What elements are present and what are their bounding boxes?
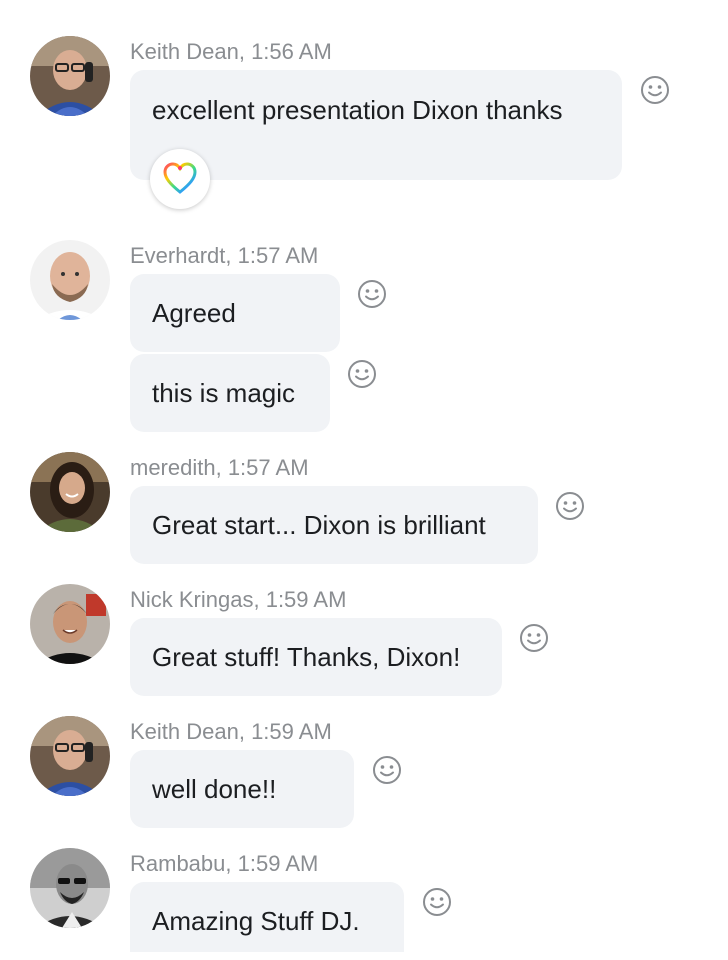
sender-name-time: Rambabu, 1:59 AM: [130, 851, 319, 876]
rainbow-heart-icon: [163, 162, 197, 194]
smiley-face-icon: [423, 888, 451, 916]
sender-name-time: Nick Kringas, 1:59 AM: [130, 587, 347, 612]
add-reaction-button[interactable]: [422, 887, 452, 917]
reaction-chip[interactable]: [150, 149, 210, 209]
smiley-face-icon: [556, 492, 584, 520]
sender-name-time: Keith Dean, 1:59 AM: [130, 719, 332, 744]
message-bubble[interactable]: Agreed: [130, 274, 340, 352]
avatar[interactable]: [30, 36, 110, 116]
message-bubble[interactable]: this is magic: [130, 354, 330, 432]
avatar[interactable]: [30, 240, 110, 320]
add-reaction-button[interactable]: [372, 755, 402, 785]
message-bubble[interactable]: well done!!: [130, 750, 354, 828]
add-reaction-button[interactable]: [347, 359, 377, 389]
message-bubble[interactable]: Great stuff! Thanks, Dixon!: [130, 618, 502, 696]
smiley-face-icon: [520, 624, 548, 652]
avatar[interactable]: [30, 452, 110, 532]
sender-name-time: meredith, 1:57 AM: [130, 455, 309, 480]
message-bubble[interactable]: Great start... Dixon is brilliant: [130, 486, 538, 564]
smiley-face-icon: [348, 360, 376, 388]
smiley-face-icon: [373, 756, 401, 784]
sender-name-time: Everhardt, 1:57 AM: [130, 243, 319, 268]
add-reaction-button[interactable]: [519, 623, 549, 653]
avatar[interactable]: [30, 584, 110, 664]
smiley-face-icon: [358, 280, 386, 308]
avatar[interactable]: [30, 716, 110, 796]
add-reaction-button[interactable]: [357, 279, 387, 309]
add-reaction-button[interactable]: [640, 75, 670, 105]
add-reaction-button[interactable]: [555, 491, 585, 521]
smiley-face-icon: [641, 76, 669, 104]
sender-name-time: Keith Dean, 1:56 AM: [130, 39, 332, 64]
avatar[interactable]: [30, 848, 110, 928]
message-bubble[interactable]: Amazing Stuff DJ.: [130, 882, 404, 952]
